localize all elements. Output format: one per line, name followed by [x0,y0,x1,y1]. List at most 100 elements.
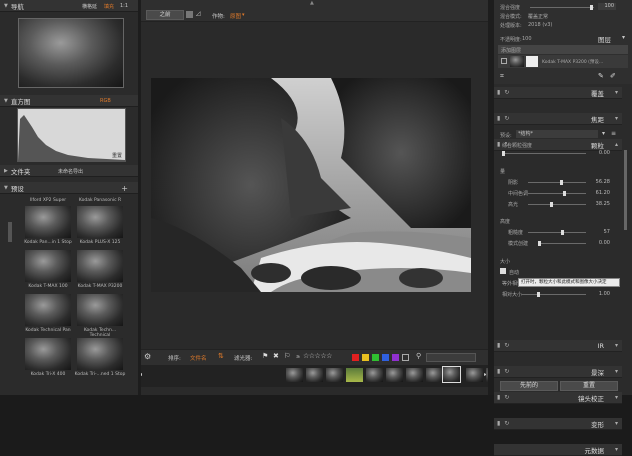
red-label-swatch[interactable] [352,354,359,361]
navigator-header[interactable]: ▼ 导航 横格延 填充 1:1 [0,0,138,12]
auto-checkbox[interactable] [500,268,506,274]
section-focus[interactable]: ▮ ↻ 焦距 ▾ [494,113,622,125]
preset-thumbnail[interactable] [25,294,71,326]
add-preset-icon[interactable]: + [121,184,128,193]
midtones-slider[interactable] [528,191,586,196]
layer-row[interactable]: Kodak T-MAX P3200 (预设... [498,55,628,68]
sort-select[interactable]: 文件名 [190,354,207,362]
expand-icon[interactable]: ▶ [4,168,8,174]
reset-icon[interactable]: ↻ [504,420,509,427]
layers-menu-icon[interactable]: ▾ [622,34,625,41]
collapse-icon[interactable]: ▼ [4,3,8,9]
filmstrip-search-input[interactable] [426,353,476,362]
presets-header[interactable]: ▼ 预设 + [0,182,138,194]
relative-size-value[interactable]: 1.00 [590,291,610,297]
section-lens-correction[interactable]: ▮ ↻ 镜头校正 ▾ [494,392,622,404]
filmstrip-thumbnail-selected[interactable] [442,366,461,383]
filmstrip-thumbnail[interactable] [326,368,343,382]
filmstrip-thumbnail[interactable] [426,368,443,382]
fit-option[interactable]: 横格延 [82,3,97,10]
chevron-down-icon[interactable]: ▾ [615,115,618,122]
filmstrip-thumbnail[interactable] [466,368,483,382]
reset-icon[interactable]: ↻ [504,115,509,122]
reset-button[interactable]: 重置 [560,381,618,391]
toggle-icon[interactable]: ▮ [497,420,500,427]
main-photo[interactable] [151,78,471,292]
reset-icon[interactable]: ↻ [504,89,509,96]
section-overlay[interactable]: ▮ ↻ 覆盖 ▾ [494,87,622,99]
menu-icon[interactable]: ≡ [611,130,616,137]
chevron-down-icon[interactable]: ▾ [615,368,618,375]
folder-header[interactable]: ▶ 文件夹 未命名导出 [0,165,138,177]
no-label-swatch[interactable] [402,354,409,361]
preset-thumbnail[interactable] [25,206,71,238]
right-scrollbar[interactable] [624,150,627,230]
section-depth-of-field[interactable]: ▮ ↻ 景深 ▾ [494,366,622,378]
add-layer-row[interactable]: 添加图层 [498,45,628,54]
chevron-down-icon[interactable]: ▾ [615,446,618,453]
sort-direction-icon[interactable]: ⇅ [218,352,224,360]
shadows-slider[interactable] [528,180,586,185]
chevron-down-icon[interactable]: ▾ [602,130,605,137]
star-rating-icon[interactable]: ☆☆☆☆☆ [303,352,332,360]
compare-select[interactable]: 原图 [230,12,241,20]
section-transform[interactable]: ▮ ↻ 变形 ▾ [494,418,622,430]
preset-thumbnail[interactable] [25,338,71,370]
channel-select[interactable]: RGB [100,98,111,104]
histogram-reset[interactable]: 重置 [112,152,122,159]
pattern-slider[interactable] [538,241,586,246]
reset-icon[interactable]: ↻ [504,394,509,401]
grain-amount-slider[interactable] [502,151,586,156]
flag-icon[interactable]: ⚑ [262,352,268,360]
search-icon[interactable]: ⚲ [416,352,421,360]
roughness-slider[interactable] [528,230,586,235]
filmstrip-thumbnail[interactable] [406,368,423,382]
blend-strength-slider[interactable] [530,5,594,10]
gear-icon[interactable]: ⚙ [144,352,151,361]
blue-label-swatch[interactable] [382,354,389,361]
preset-thumbnail[interactable] [77,250,123,282]
chevron-down-icon[interactable]: ▾ [615,420,618,427]
reset-icon[interactable]: ↻ [504,368,509,375]
reject-icon[interactable]: ✖ [273,352,279,360]
section-ir[interactable]: ▮ ↻ IR ▾ [494,340,622,352]
before-button[interactable]: 之前 [146,10,184,20]
preset-thumbnail[interactable] [77,206,123,238]
opacity-value[interactable]: 100 [522,36,532,42]
roughness-value[interactable]: 57 [590,229,610,235]
toggle-icon[interactable]: ▮ [497,394,500,401]
midtones-value[interactable]: 61.20 [590,190,610,196]
green-label-swatch[interactable] [372,354,379,361]
yellow-label-swatch[interactable] [362,354,369,361]
purple-label-swatch[interactable] [392,354,399,361]
pen-icon[interactable]: ✎ [598,72,604,80]
preset-thumbnail[interactable] [25,250,71,282]
left-splitter[interactable] [138,0,141,395]
split-view-icon[interactable] [186,11,193,18]
process-version-select[interactable]: 2018 (v3) [528,22,552,28]
preset-thumbnail[interactable] [77,294,123,326]
filmstrip-thumbnail[interactable] [306,368,323,382]
filmstrip-thumbnail[interactable] [366,368,383,382]
layer-mask-thumbnail[interactable] [526,56,538,67]
blend-strength-field[interactable]: 100 [598,3,616,10]
chevron-down-icon[interactable]: ▾ [615,89,618,96]
histogram-header[interactable]: ▼ 直方图 RGB [0,95,138,107]
reset-icon[interactable]: ↻ [504,342,509,349]
layer-visibility-checkbox[interactable] [501,58,507,64]
unflag-icon[interactable]: ⚐ [284,352,290,360]
filmstrip-thumbnail[interactable] [286,368,303,382]
grain-amount-value[interactable]: 0.00 [590,150,610,156]
pattern-value[interactable]: 0.00 [590,240,610,246]
previous-button[interactable]: 先前的 [500,381,558,391]
fill-option[interactable]: 填充 [104,3,114,10]
toggle-icon[interactable]: ▮ [497,115,500,122]
highlights-slider[interactable] [528,202,586,207]
toggle-icon[interactable]: ▮ [497,368,500,375]
collapse-icon[interactable]: ▼ [4,185,8,191]
filmstrip-thumbnail[interactable] [346,368,363,382]
crop-icon[interactable]: ⌗ [500,72,504,81]
toggle-icon[interactable]: ▮ [497,342,500,349]
chevron-down-icon[interactable]: ▾ [242,12,245,18]
shadows-value[interactable]: 56.28 [590,179,610,185]
